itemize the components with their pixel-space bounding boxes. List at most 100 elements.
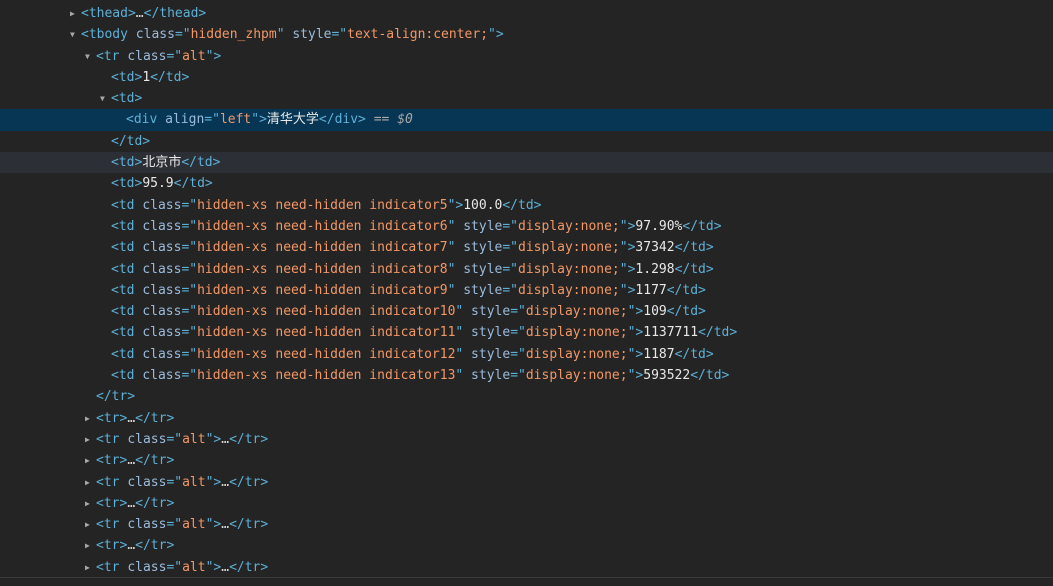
collapsed-ellipsis: … [221, 431, 230, 447]
attribute-value: hidden-xs need-hidden indicator12 [197, 346, 456, 362]
toggle-spacer [100, 152, 111, 173]
tag-token: =" [510, 368, 526, 384]
attribute-name: class [127, 517, 167, 533]
dom-node-row[interactable]: <td>1</td> [0, 67, 1053, 88]
toggle-spacer [115, 109, 126, 130]
dom-node-row[interactable]: ▼ <td> [0, 88, 1053, 109]
tag-token: </tr> [135, 495, 175, 511]
tag-token: <td [111, 218, 143, 234]
tag-token: <div [126, 112, 166, 128]
tag-token: "> [627, 325, 644, 341]
toggle-spacer [100, 131, 111, 152]
dom-node-row[interactable]: <td class="hidden-xs need-hidden indicat… [0, 365, 1053, 386]
triangle-down-icon[interactable]: ▼ [85, 46, 96, 67]
dom-breadcrumb-strip[interactable] [0, 577, 1053, 586]
dom-node-row[interactable]: <td class="hidden-xs need-hidden indicat… [0, 216, 1053, 237]
triangle-right-icon[interactable]: ▶ [85, 557, 96, 578]
dom-node-row[interactable]: ▶ <thead>…</thead> [0, 3, 1053, 24]
text-node: 1177 [635, 282, 667, 298]
tag-token: </td> [666, 304, 706, 320]
tag-token: </tr> [135, 410, 175, 426]
dom-node-row[interactable]: </tr> [0, 386, 1053, 407]
tag-token: </tr> [96, 389, 136, 405]
toggle-spacer [100, 259, 111, 280]
tag-token: </td> [690, 368, 730, 384]
tag-token: " [447, 218, 464, 234]
triangle-right-icon[interactable]: ▶ [85, 535, 96, 556]
attribute-name: class [127, 474, 167, 490]
attribute-name: style [463, 282, 503, 298]
attribute-value: alt [182, 559, 206, 575]
triangle-right-icon[interactable]: ▶ [85, 472, 96, 493]
collapsed-ellipsis: … [221, 517, 230, 533]
text-node: 1187 [643, 346, 675, 362]
collapsed-ellipsis: … [127, 410, 136, 426]
tag-token: "> [619, 282, 636, 298]
tag-token: <td [111, 368, 143, 384]
tag-token: <td [111, 197, 143, 213]
toggle-spacer [100, 301, 111, 322]
text-node: 北京市 [142, 155, 182, 171]
triangle-right-icon[interactable]: ▶ [85, 514, 96, 535]
dom-node-selected[interactable]: <div align="left">清华大学</div> == $0 [0, 109, 1053, 131]
attribute-name: class [142, 325, 182, 341]
dom-node-row[interactable]: <td>95.9</td> [0, 173, 1053, 194]
dom-node-row[interactable]: ▶ <tr class="alt">…</tr> [0, 472, 1053, 493]
dom-node-row[interactable]: ▶ <tr>…</tr> [0, 408, 1053, 429]
tag-token: "> [619, 218, 636, 234]
tag-token: =" [502, 240, 519, 256]
tag-token: =" [181, 282, 198, 298]
toggle-spacer [100, 67, 111, 88]
dom-node-row[interactable]: ▶ <tr>…</tr> [0, 450, 1053, 471]
tag-token: <tr> [96, 495, 128, 511]
attribute-name: class [142, 261, 182, 277]
tag-token: =" [331, 27, 348, 43]
tag-token: </td> [698, 325, 738, 341]
tag-token: </thead> [143, 6, 207, 21]
tag-token: "> [205, 431, 222, 447]
dom-node-row[interactable]: <td class="hidden-xs need-hidden indicat… [0, 322, 1053, 343]
text-node: 清华大学 [266, 112, 319, 128]
tag-token: </td> [502, 197, 542, 213]
dom-node-row[interactable]: <td>北京市</td> [0, 152, 1053, 174]
dom-node-row[interactable]: ▶ <tr>…</tr> [0, 535, 1053, 556]
dom-node-row[interactable]: ▶ <tr>…</tr> [0, 493, 1053, 514]
triangle-right-icon[interactable]: ▶ [85, 429, 96, 450]
attribute-value: display:none; [518, 218, 620, 234]
dom-node-row[interactable]: </td> [0, 131, 1053, 152]
tag-token: =" [174, 27, 191, 43]
triangle-down-icon[interactable]: ▼ [100, 88, 111, 109]
attribute-value: hidden-xs need-hidden indicator10 [197, 304, 456, 320]
triangle-right-icon[interactable]: ▶ [85, 493, 96, 514]
text-node: 109 [643, 304, 667, 320]
dom-node-row[interactable]: <td class="hidden-xs need-hidden indicat… [0, 280, 1053, 301]
dom-node-row[interactable]: ▶ <tr class="alt">…</tr> [0, 557, 1053, 578]
dom-node-row[interactable]: ▼ <tbody class="hidden_zhpm" style="text-… [0, 24, 1053, 45]
attribute-value: alt [182, 517, 206, 533]
dom-node-row[interactable]: <td class="hidden-xs need-hidden indicat… [0, 301, 1053, 322]
toggle-spacer [100, 173, 111, 194]
triangle-right-icon[interactable]: ▶ [70, 3, 81, 24]
triangle-right-icon[interactable]: ▶ [85, 450, 96, 471]
attribute-value: hidden-xs need-hidden indicator8 [197, 261, 448, 277]
tag-token: =" [502, 218, 519, 234]
dom-node-row[interactable]: <td class="hidden-xs need-hidden indicat… [0, 344, 1053, 365]
dom-node-row[interactable]: <td class="hidden-xs need-hidden indicat… [0, 237, 1053, 258]
text-node: 1137711 [643, 325, 699, 341]
triangle-down-icon[interactable]: ▼ [70, 24, 81, 45]
triangle-right-icon[interactable]: ▶ [85, 408, 96, 429]
tag-token: <td [111, 304, 143, 320]
dom-node-row[interactable]: ▼ <tr class="alt"> [0, 46, 1053, 67]
dom-node-row[interactable]: <td class="hidden-xs need-hidden indicat… [0, 259, 1053, 280]
attribute-name: class [142, 240, 182, 256]
tag-token: =" [166, 48, 183, 64]
attribute-name: class [142, 282, 182, 298]
collapsed-ellipsis: … [127, 495, 136, 511]
tag-token: <td> [111, 91, 143, 107]
attribute-name: class [127, 48, 167, 64]
tag-token: =" [502, 261, 519, 277]
dom-node-row[interactable]: <td class="hidden-xs need-hidden indicat… [0, 195, 1053, 216]
dom-node-row[interactable]: ▶ <tr class="alt">…</tr> [0, 514, 1053, 535]
dom-node-row[interactable]: ▶ <tr class="alt">…</tr> [0, 429, 1053, 450]
tag-token: "> [627, 346, 644, 362]
